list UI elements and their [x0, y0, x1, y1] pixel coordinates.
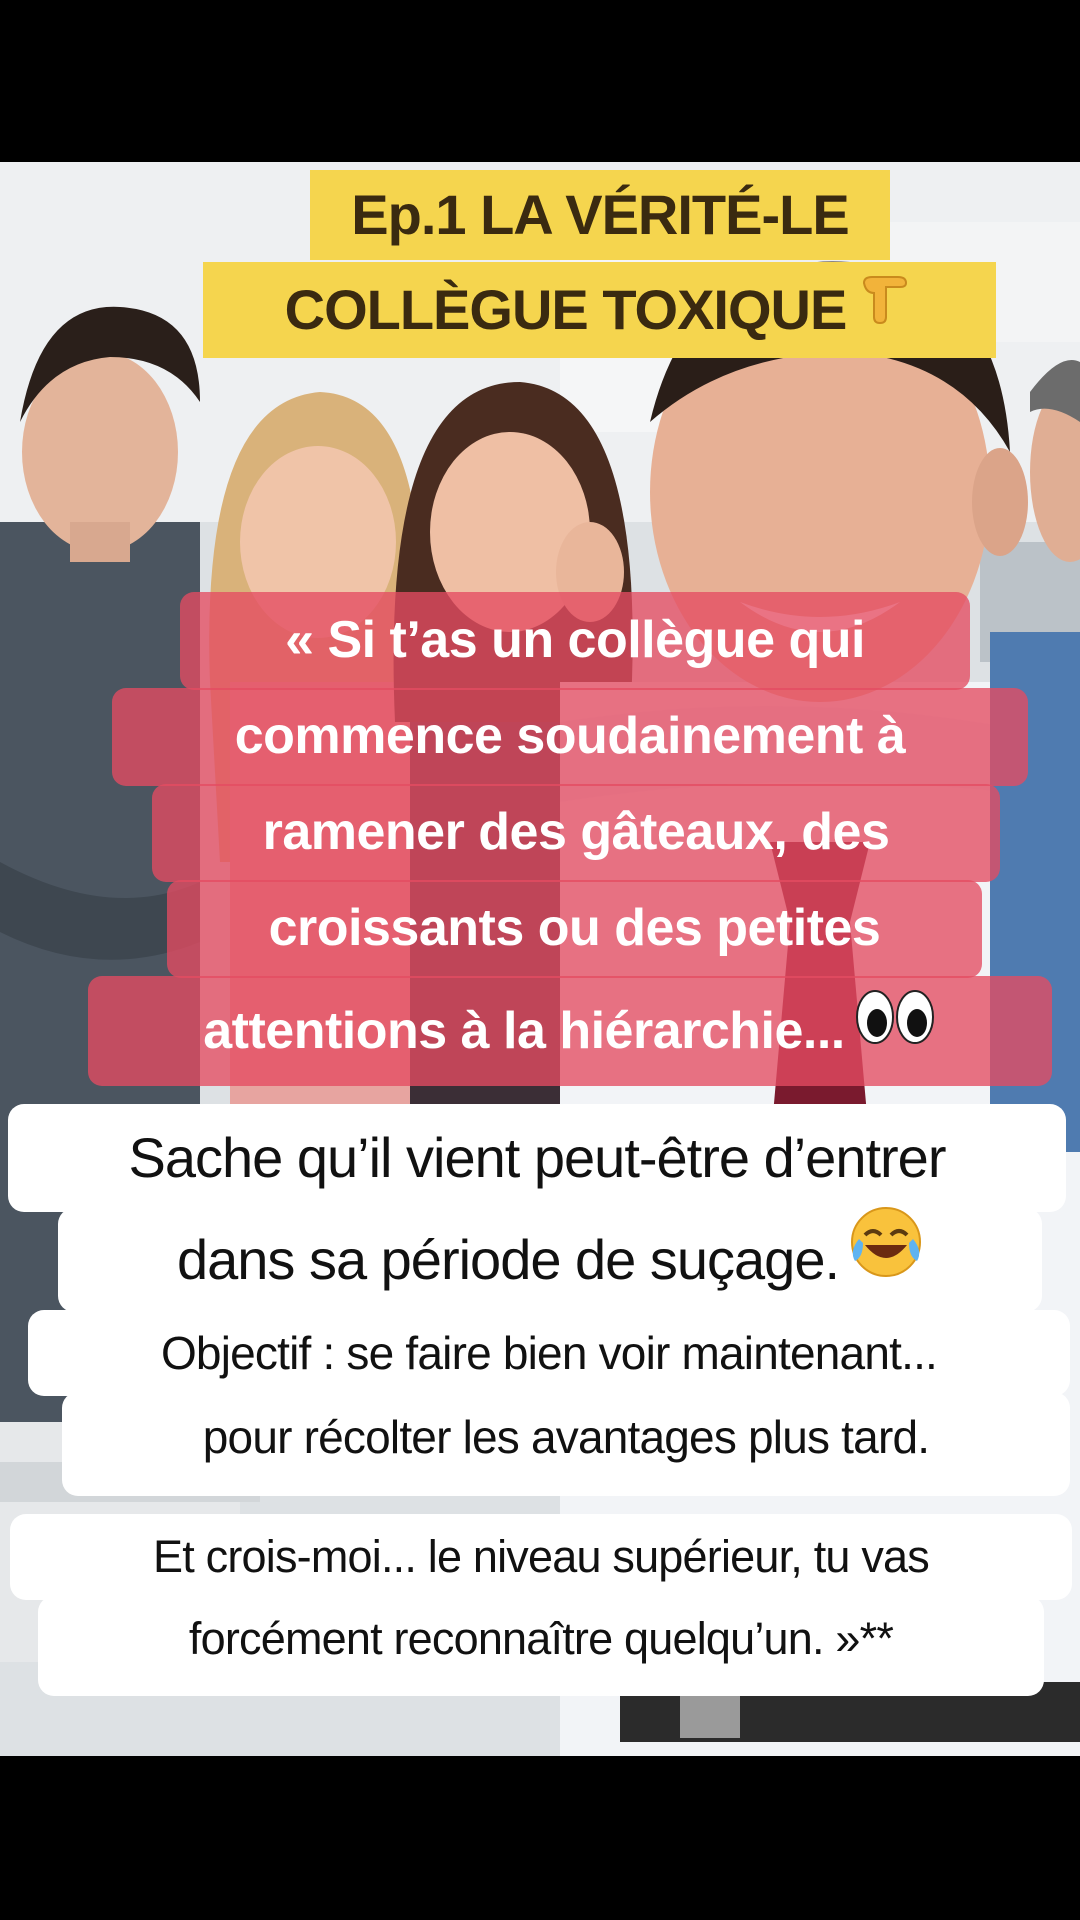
quote-line-1: « Si t’as un collègue qui — [180, 592, 970, 690]
quote-line-3: ramener des gâteaux, des — [152, 784, 1000, 882]
closing-text-1: Et crois-moi... le niveau supérieur, tu … — [153, 1531, 930, 1582]
eyes-icon — [855, 973, 937, 1083]
title-text-1: Ep.1 LA VÉRITÉ-LE — [351, 183, 849, 246]
quote-text-4: croissants ou des petites — [268, 899, 881, 957]
tears-of-joy-icon — [849, 1205, 923, 1312]
title-text-2: COLLÈGUE TOXIQUE — [284, 278, 848, 341]
punchline-text-2: dans sa période de suçage. — [176, 1228, 840, 1291]
top-letterbox — [0, 0, 1080, 162]
title-line-1: Ep.1 LA VÉRITÉ-LE — [310, 170, 890, 260]
closing-text-2: forcément reconnaître quelqu’un. »** — [188, 1613, 894, 1664]
title-line-2: COLLÈGUE TOXIQUE — [203, 262, 996, 358]
objective-text-1: Objectif : se faire bien voir maintenant… — [160, 1327, 938, 1379]
quote-text-3: ramener des gâteaux, des — [262, 803, 890, 861]
pointing-down-hand-icon — [856, 260, 914, 356]
punchline-line-1: Sache qu’il vient peut-être d’entrer — [8, 1104, 1066, 1212]
quote-text-5: attentions à la hiérarchie... — [203, 1002, 845, 1060]
punchline-text-1: Sache qu’il vient peut-être d’entrer — [128, 1126, 947, 1189]
punchline-line-2: dans sa période de suçage. — [58, 1205, 1042, 1312]
bottom-letterbox — [0, 1756, 1080, 1920]
quote-text-2: commence soudainement à — [234, 707, 906, 765]
quote-text-1: « Si t’as un collègue qui — [285, 611, 865, 669]
quote-line-5: attentions à la hiérarchie... — [88, 976, 1052, 1086]
quote-line-4: croissants ou des petites — [167, 880, 982, 978]
objective-line-2: pour récolter les avantages plus tard. — [62, 1392, 1070, 1496]
objective-text-2: pour récolter les avantages plus tard. — [202, 1411, 930, 1463]
closing-line-1: Et crois-moi... le niveau supérieur, tu … — [10, 1514, 1072, 1600]
closing-line-2: forcément reconnaître quelqu’un. »** — [38, 1596, 1044, 1696]
quote-line-2: commence soudainement à — [112, 688, 1028, 786]
objective-line-1: Objectif : se faire bien voir maintenant… — [28, 1310, 1070, 1396]
